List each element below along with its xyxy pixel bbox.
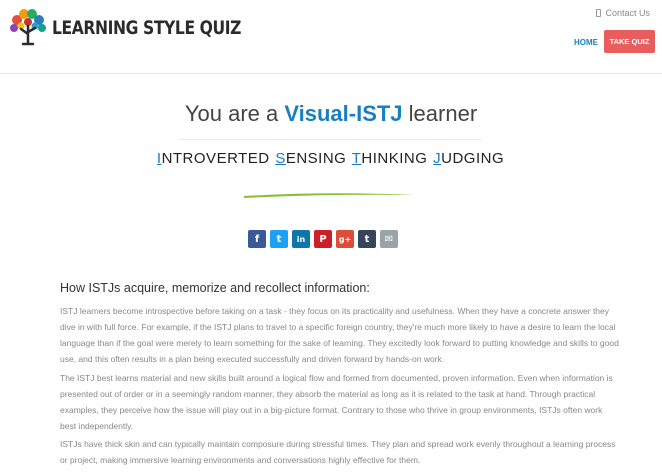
share-bar: f t in P g+ t ✉ — [248, 230, 398, 248]
title-divider — [180, 139, 482, 140]
contact-label: Contact Us — [605, 8, 650, 18]
result-type: Visual-ISTJ — [284, 101, 403, 126]
phone-icon — [596, 9, 602, 17]
facebook-share-button[interactable]: f — [248, 230, 266, 248]
tree-logo-icon — [10, 9, 46, 46]
tumblr-share-button[interactable]: t — [358, 230, 376, 248]
mbti-word-thinking: THINKING — [352, 150, 428, 167]
logo-text: LEARNING STYLE QUIZ — [52, 17, 242, 39]
mbti-word-judging: JUDGING — [433, 150, 504, 167]
site-header: LEARNING STYLE QUIZ Contact Us HOME TAKE… — [0, 0, 662, 74]
mbti-word-rest: UDGING — [441, 150, 505, 167]
result-suffix: learner — [402, 101, 478, 126]
green-accent-swoosh — [244, 193, 414, 198]
site-logo[interactable]: LEARNING STYLE QUIZ — [6, 8, 283, 48]
mbti-word-sensing: SENSING — [275, 150, 346, 167]
mbti-word-rest: NTROVERTED — [161, 150, 270, 167]
linkedin-share-button[interactable]: in — [292, 230, 310, 248]
mbti-word-rest: HINKING — [361, 150, 428, 167]
section-heading: How ISTJs acquire, memorize and recollec… — [60, 281, 370, 295]
mbti-letter: S — [275, 150, 286, 167]
pinterest-share-button[interactable]: P — [314, 230, 332, 248]
email-share-button[interactable]: ✉ — [380, 230, 398, 248]
result-title: You are a Visual-ISTJ learner — [0, 101, 662, 127]
mbti-letter: J — [433, 150, 442, 167]
nav-home-link[interactable]: HOME — [574, 38, 598, 47]
mbti-breakdown: INTROVERTED SENSING THINKING JUDGING — [0, 150, 662, 167]
contact-link[interactable]: Contact Us — [596, 8, 650, 18]
mbti-letter: T — [351, 150, 362, 167]
take-quiz-button[interactable]: TAKE QUIZ — [604, 30, 655, 53]
paragraph-2: The ISTJ best learns material and new sk… — [60, 373, 613, 431]
mbti-word-introverted: INTROVERTED — [157, 150, 270, 167]
paragraph-1: ISTJ learners become introspective befor… — [60, 306, 619, 364]
twitter-share-button[interactable]: t — [270, 230, 288, 248]
result-prefix: You are a — [184, 101, 285, 126]
paragraph-3: ISTJs have thick skin and can typically … — [60, 439, 616, 465]
google-plus-share-button[interactable]: g+ — [336, 230, 354, 248]
mbti-word-rest: ENSING — [285, 150, 347, 167]
